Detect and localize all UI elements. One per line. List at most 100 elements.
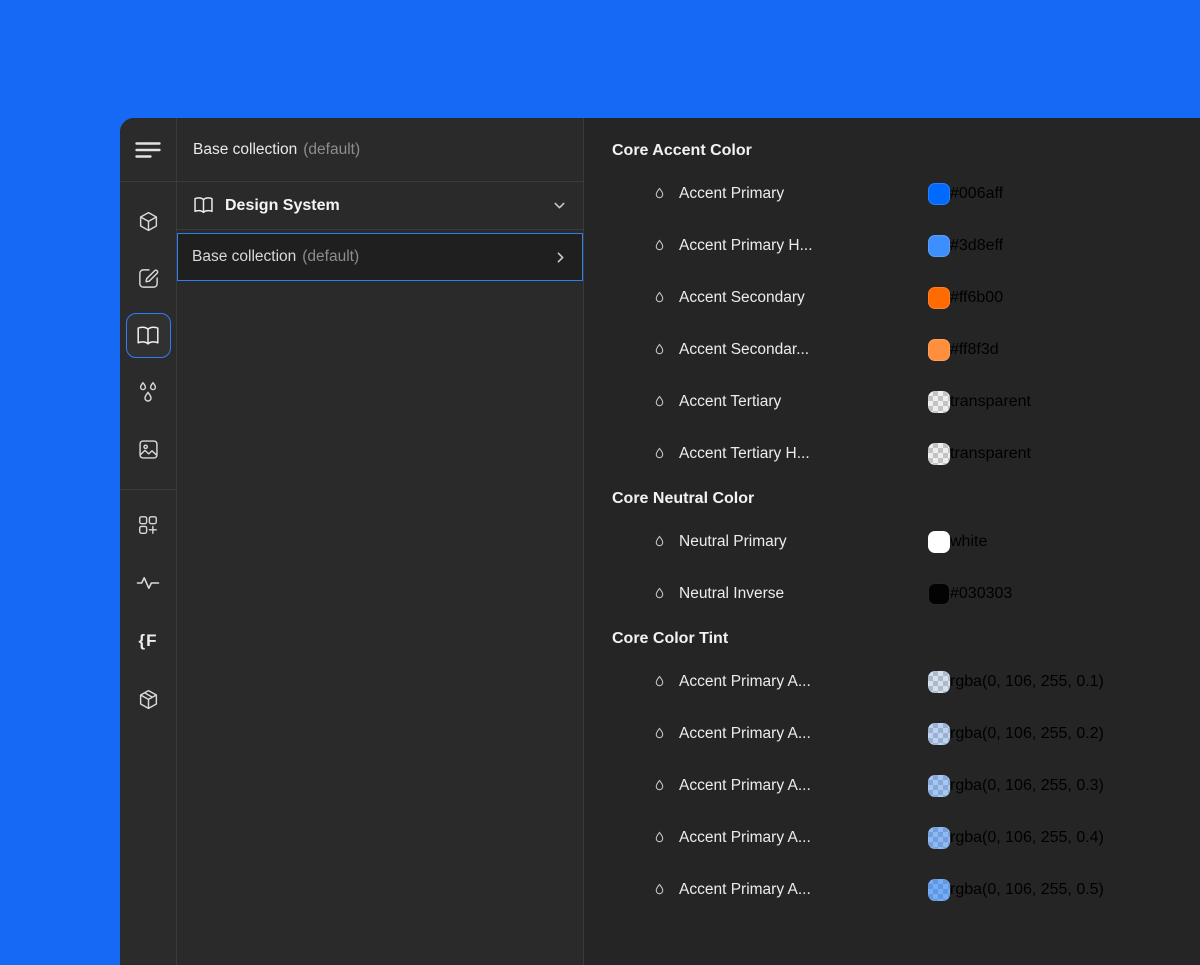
panel-header: Base collection (default) [177,118,583,182]
variable-name: Accent Primary A... [679,881,928,899]
panel-title-suffix: (default) [303,141,360,159]
collections-panel: Base collection (default) Design System … [177,118,584,965]
droplet-icon [652,587,666,602]
variable-row[interactable]: Accent Primary A... rgba(0, 106, 255, 0.1… [612,656,1172,708]
variable-value: rgba(0, 106, 255, 0.1) [950,673,1104,691]
variable-name: Accent Primary A... [679,725,928,743]
sidebar-slot: {F [120,612,176,670]
variable-value: #006aff [950,185,1003,203]
chevron-down-icon[interactable] [552,198,567,213]
variable-value: rgba(0, 106, 255, 0.5) [950,881,1104,899]
color-swatch[interactable] [928,287,950,309]
variable-name: Accent Secondary [679,289,928,307]
variable-value: white [950,533,987,551]
box-icon[interactable] [126,199,171,244]
droplet-icon [652,395,666,410]
tint-overlay [928,671,950,693]
droplet-icon [652,727,666,742]
variables-f-icon[interactable]: {F [126,619,171,664]
variable-name: Accent Tertiary [679,393,928,411]
droplet-icon [652,291,666,306]
color-swatch[interactable] [928,443,950,465]
app-window: {F Base collection (default) [120,118,1200,965]
variable-row[interactable]: Accent Primary A...rgba(0, 106, 255, 0.3… [612,760,1172,812]
tint-overlay [928,827,950,849]
chevron-right-icon[interactable] [553,250,568,265]
section-title: Core Color Tint [612,620,1172,656]
variable-value: #030303 [950,585,1012,603]
droplet-icon [652,239,666,254]
droplet-icon [652,675,666,690]
variable-name: Accent Primary A... [679,673,928,691]
droplet-icon [652,343,666,358]
sidebar-slot [120,670,176,728]
grid-add-icon[interactable] [126,503,171,548]
collection-title: Base collection [192,248,296,266]
droplet-icon [652,535,666,550]
tint-overlay [928,879,950,901]
section-title: Core Neutral Color [612,480,1172,516]
edit-image-icon[interactable] [126,256,171,301]
droplet-icon [652,447,666,462]
variable-row[interactable]: Accent Primary#006aff [612,168,1172,220]
variable-value: #3d8eff [950,237,1003,255]
variable-value: rgba(0, 106, 255, 0.4) [950,829,1104,847]
variable-row[interactable]: Neutral Inverse #030303 [612,568,1172,620]
variable-row[interactable]: Accent Primary A... rgba(0, 106, 255, 0.4… [612,812,1172,864]
color-swatch[interactable] [928,183,950,205]
variable-name: Neutral Inverse [679,585,928,603]
variable-row[interactable]: Accent Tertiary H...transparent [612,428,1172,480]
droplet-icon [652,779,666,794]
variable-row[interactable]: Accent Secondar...#ff8f3d [612,324,1172,376]
sidebar-slot [120,193,176,250]
variables-f-glyph: {F [139,631,158,651]
droplet-icon [652,831,666,846]
variable-row[interactable]: Neutral Primary white [612,516,1172,568]
design-system-row[interactable]: Design System [177,182,583,230]
collection-title-suffix: (default) [302,248,359,266]
color-swatch[interactable] [928,391,950,413]
open-book-icon [193,196,214,215]
color-swatch[interactable] [928,827,950,849]
variable-name: Accent Primary A... [679,777,928,795]
base-collection-row[interactable]: Base collection (default) [177,233,583,281]
variable-name: Accent Tertiary H... [679,445,928,463]
variable-row[interactable]: Accent Primary H...#3d8eff [612,220,1172,272]
sidebar-slot [120,250,176,307]
variable-name: Accent Primary A... [679,829,928,847]
variables-list: Core Accent ColorAccent Primary#006affAc… [584,118,1200,965]
image-icon[interactable] [126,427,171,472]
icon-sidebar: {F [120,118,177,965]
variable-value: #ff6b00 [950,289,1003,307]
sidebar-top-section [120,118,176,182]
color-swatch[interactable] [928,723,950,745]
sidebar-main-group [120,182,176,490]
panel-title: Base collection [193,141,297,159]
variable-row[interactable]: Accent Primary A... rgba(0, 106, 255, 0.5… [612,864,1172,916]
color-swatch[interactable] [928,235,950,257]
menu-icon[interactable] [126,127,171,172]
variable-row[interactable]: Accent Secondary #ff6b00 [612,272,1172,324]
variable-value: rgba(0, 106, 255, 0.2) [950,725,1104,743]
sidebar-secondary-group: {F [120,490,176,734]
droplets-icon[interactable] [126,370,171,415]
variable-row[interactable]: Accent Tertiarytransparent [612,376,1172,428]
sidebar-slot [120,364,176,421]
color-swatch[interactable] [928,583,950,605]
cube-icon[interactable] [126,677,171,722]
variable-name: Neutral Primary [679,533,928,551]
sidebar-slot [120,307,176,364]
activity-wave-icon[interactable] [126,561,171,606]
color-swatch[interactable] [928,775,950,797]
color-swatch[interactable] [928,531,950,553]
book-icon[interactable] [126,313,171,358]
color-swatch[interactable] [928,339,950,361]
sidebar-slot [120,554,176,612]
sidebar-slot [120,496,176,554]
design-system-name: Design System [225,197,340,215]
color-swatch[interactable] [928,879,950,901]
variable-row[interactable]: Accent Primary A... rgba(0, 106, 255, 0.2… [612,708,1172,760]
sidebar-slot [120,421,176,478]
color-swatch[interactable] [928,671,950,693]
variable-value: #ff8f3d [950,341,999,359]
